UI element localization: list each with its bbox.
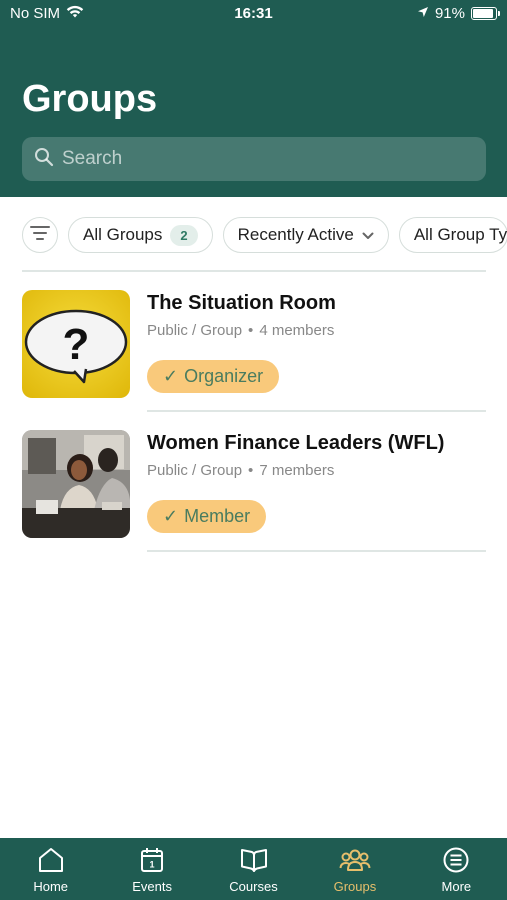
page-title: Groups: [22, 78, 158, 120]
role-label: Member: [184, 506, 251, 526]
group-avatar-question[interactable]: ?: [22, 290, 130, 398]
group-visibility: Public / Group: [147, 322, 243, 339]
sort-dropdown[interactable]: Recently Active: [222, 217, 389, 253]
tab-label: Courses: [229, 879, 278, 894]
group-list-item[interactable]: ? The Situation Room Public / Group • 4 me…: [22, 290, 486, 430]
menu-icon: [441, 846, 471, 879]
tab-label: More: [441, 879, 472, 894]
divider: [147, 550, 486, 552]
search-bar[interactable]: [22, 137, 486, 181]
status-bar: No SIM 16:31 91%: [0, 0, 507, 30]
check-icon: ✓: [163, 506, 179, 526]
role-badge: ✓ Organizer: [147, 360, 280, 393]
location-arrow-icon: [417, 5, 429, 22]
tab-events[interactable]: 1 Events: [101, 838, 202, 900]
divider: [22, 270, 486, 272]
chevron-down-icon: [362, 225, 374, 245]
svg-text:?: ?: [63, 320, 90, 369]
battery-percent: 91%: [434, 5, 465, 22]
tab-courses[interactable]: Courses: [203, 838, 304, 900]
filter-bar: All Groups 2 Recently Active All Group T…: [22, 216, 507, 254]
filter-button[interactable]: [22, 217, 58, 253]
group-list-item[interactable]: Women Finance Leaders (WFL) Public / Gro…: [22, 430, 486, 570]
battery-fill: [473, 9, 494, 18]
battery-icon: [471, 7, 500, 20]
svg-text:1: 1: [150, 860, 155, 870]
tab-label: Events: [132, 879, 172, 894]
all-groups-chip[interactable]: All Groups 2: [68, 217, 213, 253]
group-meta: Public / Group • 7 members: [147, 462, 335, 479]
check-icon: ✓: [163, 366, 179, 386]
group-avatar-photo[interactable]: [22, 430, 130, 538]
group-name[interactable]: The Situation Room: [147, 292, 336, 315]
group-type-label: All Group Ty: [413, 225, 507, 244]
book-icon: [239, 846, 269, 879]
tab-more[interactable]: More: [406, 838, 507, 900]
tab-label: Groups: [333, 879, 377, 894]
all-groups-label: All Groups: [83, 225, 163, 244]
group-type-dropdown[interactable]: All Group Ty: [398, 217, 507, 253]
tab-label: Home: [33, 879, 69, 894]
tab-groups[interactable]: Groups: [304, 838, 405, 900]
search-icon: [34, 147, 54, 172]
sort-label: Recently Active: [237, 225, 354, 244]
divider: [147, 410, 486, 412]
header: No SIM 16:31 91% Groups: [0, 0, 507, 197]
group-member-count: 4 members: [259, 322, 335, 339]
tab-home[interactable]: Home: [0, 838, 101, 900]
group-member-count: 7 members: [259, 462, 335, 479]
group-meta: Public / Group • 4 members: [147, 322, 335, 339]
role-label: Organizer: [184, 366, 264, 386]
home-icon: [36, 846, 66, 879]
search-input[interactable]: [62, 148, 462, 170]
groups-icon: [339, 846, 371, 879]
status-right: 91%: [417, 5, 500, 22]
group-name[interactable]: Women Finance Leaders (WFL): [147, 432, 444, 455]
calendar-icon: 1: [137, 846, 167, 879]
group-visibility: Public / Group: [147, 462, 243, 479]
filter-icon: [30, 225, 50, 246]
group-count-badge: 2: [170, 224, 198, 246]
role-badge: ✓ Member: [147, 500, 267, 533]
tab-bar: Home 1 Events Courses Groups More: [0, 838, 507, 900]
